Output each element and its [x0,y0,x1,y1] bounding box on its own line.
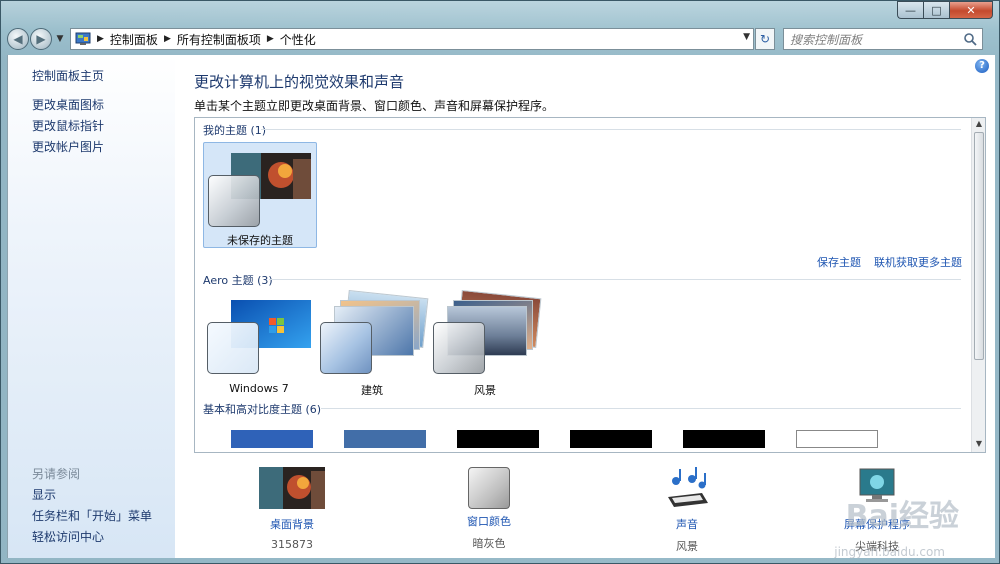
breadcrumb-separator-icon: ▶ [266,34,274,44]
basic-theme-thumb[interactable] [683,430,765,448]
get-more-themes-link[interactable]: 联机获取更多主题 [874,254,962,270]
basic-themes-heading: 基本和高对比度主题 (6) [203,403,322,416]
window-color-label: 窗口颜色 [467,515,511,528]
sidebar-change-mouse-pointers[interactable]: 更改鼠标指针 [32,117,104,134]
section-divider [321,408,961,409]
breadcrumb-all-items[interactable]: 所有控制面板项 [177,31,261,48]
recent-pages-dropdown-icon[interactable]: ▼ [54,34,66,44]
window-color-value: 暗灰色 [472,537,506,550]
refresh-button[interactable]: ↻ [755,28,775,50]
section-divider [261,129,961,130]
music-notes-icon [668,467,708,507]
breadcrumb-personalization[interactable]: 个性化 [280,31,316,48]
desktop-background-setting[interactable]: 桌面背景 315873 [232,467,352,551]
main-content: ? 更改计算机上的视觉效果和声音 单击某个主题立即更改桌面背景、窗口颜色、声音和… [175,55,995,558]
basic-theme-thumb[interactable] [457,430,539,448]
theme-label: 建筑 [361,384,383,397]
scroll-down-icon[interactable]: ▼ [972,439,985,451]
address-dropdown-icon[interactable]: ▼ [743,32,750,42]
search-placeholder: 搜索控制面板 [790,32,863,47]
sounds-setting[interactable]: 声音 风景 [627,467,747,554]
theme-windows7[interactable]: Windows 7 [203,292,315,396]
watermark-logo: Bai经验 [845,499,959,534]
help-icon[interactable]: ? [975,59,989,73]
sidebar-change-account-picture[interactable]: 更改帐户图片 [32,138,104,155]
basic-theme-thumb[interactable] [344,430,426,448]
basic-theme-thumb[interactable] [570,430,652,448]
forward-button[interactable]: ▶ [30,28,52,50]
page-title: 更改计算机上的视觉效果和声音 [194,73,405,91]
address-bar[interactable]: ▶ 控制面板 ▶ 所有控制面板项 ▶ 个性化 ▼ [70,28,754,50]
theme-unsaved[interactable]: 未保存的主题 [203,142,317,248]
architecture-glass-swatch [320,322,372,374]
breadcrumb-control-panel[interactable]: 控制面板 [110,31,158,48]
back-button[interactable]: ◀ [7,28,29,50]
page-subtitle: 单击某个主题立即更改桌面背景、窗口颜色、声音和屏幕保护程序。 [194,99,555,113]
close-button[interactable]: ✕ [949,1,993,19]
theme-landscapes[interactable]: 风景 [429,289,542,397]
desktop-background-value: 315873 [271,538,313,551]
aero-themes-heading: Aero 主题 (3) [203,274,273,287]
theme-list-scrollbar[interactable]: ▲ ▼ [971,118,985,452]
see-also-heading: 另请参阅 [32,467,81,481]
save-theme-link[interactable]: 保存主题 [817,254,861,270]
scroll-thumb[interactable] [974,132,984,360]
scroll-up-icon[interactable]: ▲ [972,119,985,131]
maximize-button[interactable]: □ [923,1,949,19]
search-input[interactable]: 搜索控制面板 [783,28,983,50]
theme-list: 我的主题 (1) 未保存的主题 保存主题 联机获取更多主题 Aero 主题 (3… [194,117,986,453]
theme-label: 风景 [474,384,496,397]
sidebar-display[interactable]: 显示 [32,486,56,503]
breadcrumb-separator-icon: ▶ [163,34,171,44]
navigation-bar: ◀ ▶ ▼ ▶ 控制面板 ▶ 所有控制面板项 ▶ 个性化 ▼ ↻ 搜索控制面板 [7,27,995,51]
caption-buttons: — □ ✕ [897,1,993,19]
window-frame: — □ ✕ ◀ ▶ ▼ ▶ 控制面板 ▶ 所有控制面板项 ▶ 个性化 ▼ ↻ 搜… [0,0,1000,564]
sounds-label: 声音 [676,518,698,531]
sidebar-control-panel-home[interactable]: 控制面板主页 [32,67,104,84]
theme-label: Windows 7 [229,382,289,395]
my-themes-heading: 我的主题 (1) [203,124,267,137]
sidebar-ease-of-access[interactable]: 轻松访问中心 [32,528,104,545]
section-divider [269,279,961,280]
wallpaper-icon [259,467,325,509]
unsaved-theme-glass-swatch [208,175,260,227]
sounds-value: 风景 [676,540,698,553]
windows7-glass-swatch [207,322,259,374]
basic-theme-thumb[interactable] [231,430,313,448]
control-panel-icon [75,32,91,45]
sidebar-taskbar-start-menu[interactable]: 任务栏和「开始」菜单 [32,507,152,524]
sidebar-change-desktop-icons[interactable]: 更改桌面图标 [32,96,104,113]
desktop-background-label: 桌面背景 [270,518,314,531]
window-color-icon [468,467,510,509]
window-color-setting[interactable]: 窗口颜色 暗灰色 [429,467,549,551]
landscapes-glass-swatch [433,322,485,374]
basic-theme-thumb[interactable] [796,430,878,448]
watermark-site: jingyan.baidu.com [834,545,945,559]
theme-label: 未保存的主题 [227,234,293,247]
minimize-button[interactable]: — [897,1,923,19]
theme-architecture[interactable]: 建筑 [316,289,429,397]
search-icon [964,33,977,46]
task-pane: 控制面板主页 更改桌面图标 更改鼠标指针 更改帐户图片 另请参阅 显示 任务栏和… [7,55,175,558]
breadcrumb-separator-icon: ▶ [97,34,104,44]
